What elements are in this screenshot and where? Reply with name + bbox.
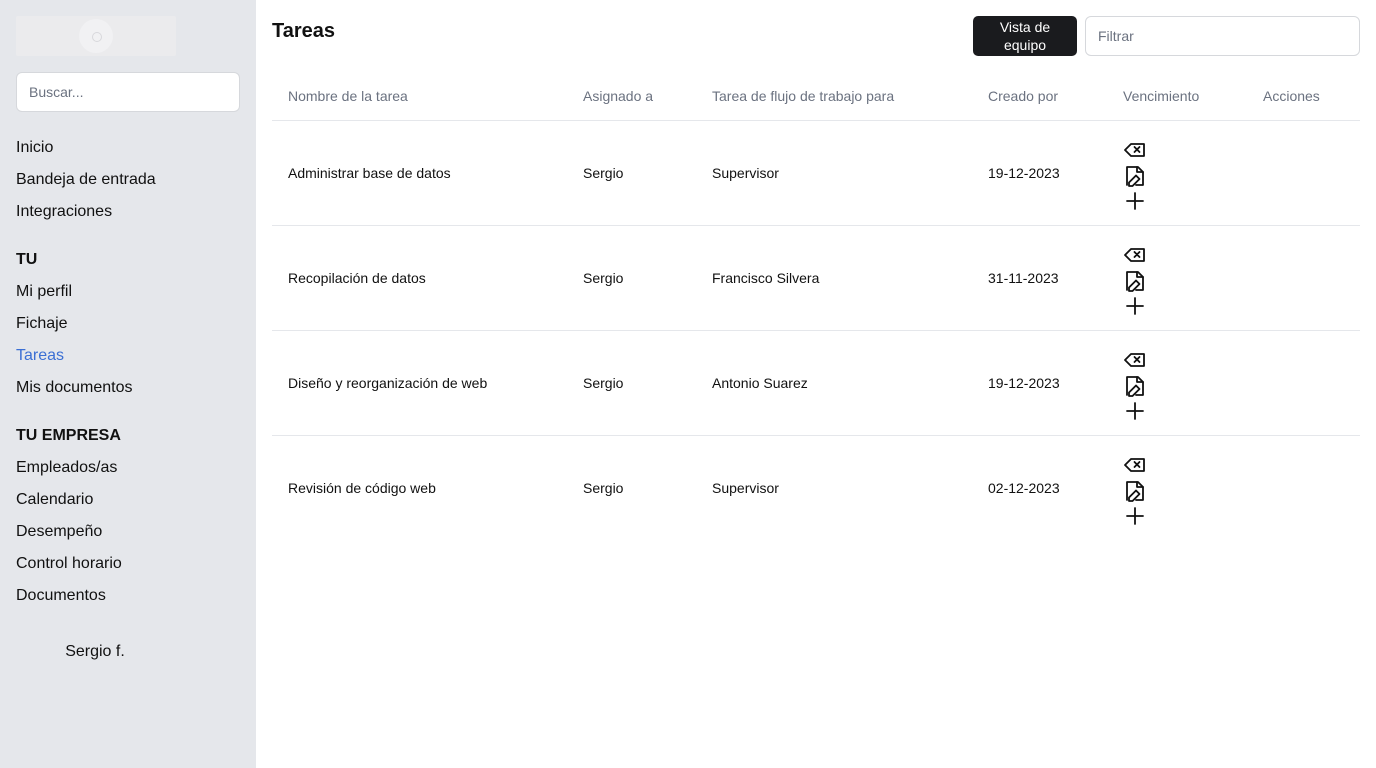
workflow-for-cell: Francisco Silvera [712, 270, 820, 286]
delete-icon[interactable] [1123, 350, 1147, 372]
table-row: Administrar base de datos Sergio Supervi… [272, 121, 1360, 226]
edit-file-icon[interactable] [1123, 165, 1147, 187]
column-header-due-date: Vencimiento [1123, 88, 1200, 104]
workflow-for-cell: Supervisor [712, 165, 779, 181]
assigned-to-cell: Sergio [583, 270, 624, 286]
task-name-cell: Recopilación de datos [288, 270, 426, 286]
workflow-for-cell: Supervisor [712, 480, 779, 496]
sidebar-item-integraciones[interactable]: Integraciones [16, 202, 112, 222]
filter-input[interactable] [1085, 16, 1360, 56]
task-name-cell: Diseño y reorganización de web [288, 375, 488, 391]
sidebar: Inicio Bandeja de entrada Integraciones … [0, 0, 256, 768]
sidebar-item-calendario[interactable]: Calendario [16, 490, 93, 510]
column-header-created-by: Creado por [988, 88, 1059, 104]
team-view-button[interactable]: Vista de equipo [973, 16, 1077, 56]
assigned-to-cell: Sergio [583, 375, 624, 391]
table-row: Revisión de código web Sergio Supervisor… [272, 436, 1360, 541]
column-header-assigned-to: Asignado a [583, 88, 654, 104]
user-name[interactable]: Sergio f. [0, 642, 190, 662]
edit-file-icon[interactable] [1123, 480, 1147, 502]
date-cell: 31-11-2023 [988, 270, 1059, 286]
column-header-actions: Acciones [1263, 88, 1320, 104]
sidebar-item-documentos[interactable]: Documentos [16, 586, 106, 606]
column-header-task-name: Nombre de la tarea [288, 88, 408, 104]
date-cell: 19-12-2023 [988, 165, 1060, 181]
row-actions [1123, 140, 1147, 215]
assigned-to-cell: Sergio [583, 165, 624, 181]
sidebar-item-bandeja-de-entrada[interactable]: Bandeja de entrada [16, 170, 156, 190]
sidebar-search-input[interactable] [16, 72, 240, 112]
row-actions [1123, 455, 1147, 530]
sidebar-item-empleados[interactable]: Empleados/as [16, 458, 117, 478]
assigned-to-cell: Sergio [583, 480, 624, 496]
delete-icon[interactable] [1123, 455, 1147, 477]
plus-icon[interactable] [1123, 190, 1147, 212]
sidebar-item-inicio[interactable]: Inicio [16, 138, 53, 158]
sidebar-item-control-horario[interactable]: Control horario [16, 554, 122, 574]
edit-file-icon[interactable] [1123, 270, 1147, 292]
plus-icon[interactable] [1123, 295, 1147, 317]
table-row: Diseño y reorganización de web Sergio An… [272, 331, 1360, 436]
sidebar-section-tu: TU [16, 251, 38, 268]
date-cell: 19-12-2023 [988, 375, 1060, 391]
date-cell: 02-12-2023 [988, 480, 1060, 496]
edit-file-icon[interactable] [1123, 375, 1147, 397]
sidebar-item-fichaje[interactable]: Fichaje [16, 314, 68, 334]
company-logo [16, 16, 176, 56]
sidebar-item-mis-documentos[interactable]: Mis documentos [16, 378, 133, 398]
row-actions [1123, 245, 1147, 320]
table-row: Recopilación de datos Sergio Francisco S… [272, 226, 1360, 331]
workflow-for-cell: Antonio Suarez [712, 375, 808, 391]
task-name-cell: Administrar base de datos [288, 165, 451, 181]
plus-icon[interactable] [1123, 400, 1147, 422]
task-name-cell: Revisión de código web [288, 480, 436, 496]
delete-icon[interactable] [1123, 245, 1147, 267]
sidebar-section-tu-empresa: TU EMPRESA [16, 427, 121, 444]
sidebar-item-desempeno[interactable]: Desempeño [16, 522, 102, 542]
sidebar-item-mi-perfil[interactable]: Mi perfil [16, 282, 72, 302]
page-title: Tareas [272, 20, 336, 42]
logo-mark-icon [79, 19, 113, 53]
delete-icon[interactable] [1123, 140, 1147, 162]
column-header-workflow-for: Tarea de flujo de trabajo para [712, 88, 895, 104]
sidebar-item-tareas[interactable]: Tareas [16, 346, 64, 366]
plus-icon[interactable] [1123, 505, 1147, 527]
row-actions [1123, 350, 1147, 425]
